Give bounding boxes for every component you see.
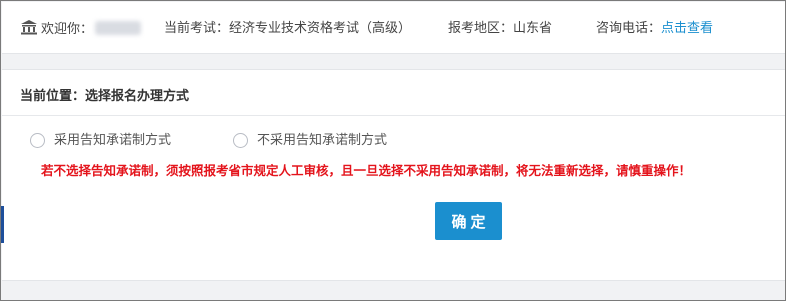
option-no-commitment-label: 不采用告知承诺制方式 [257, 133, 388, 148]
exam-region: 报考地区：山东省 [448, 21, 553, 36]
left-edge-marker [1, 206, 4, 243]
welcome-section: 欢迎你： [21, 20, 142, 41]
breadcrumb-text: 当前位置：选择报名办理方式 [20, 89, 190, 104]
breadcrumb: 当前位置：选择报名办理方式 [2, 70, 785, 116]
phone-label: 咨询电话： [596, 21, 662, 36]
option-use-commitment-label: 采用告知承诺制方式 [54, 133, 172, 148]
radio-no-commitment[interactable] [233, 133, 248, 148]
user-name-redacted [95, 21, 142, 35]
welcome-label: 欢迎你： [41, 22, 94, 37]
option-use-commitment[interactable]: 采用告知承诺制方式 [30, 132, 190, 150]
page-frame: 欢迎你： 当前考试：经济专业技术资格考试（高级） 报考地区：山东省 咨询电话：点… [0, 0, 786, 301]
confirm-button[interactable]: 确定 [435, 202, 502, 240]
bank-icon [21, 20, 37, 41]
current-exam: 当前考试：经济专业技术资格考试（高级） [164, 21, 412, 36]
top-bar: 欢迎你： 当前考试：经济专业技术资格考试（高级） 报考地区：山东省 咨询电话：点… [2, 2, 785, 54]
warning-text: 若不选择告知承诺制，须按照报考省市规定人工审核，且一旦选择不采用告知承诺制，将无… [41, 163, 692, 178]
radio-use-commitment[interactable] [30, 133, 45, 148]
phone-view-link[interactable]: 点击查看 [661, 21, 713, 36]
phone-section: 咨询电话：点击查看 [596, 20, 713, 38]
option-no-commitment[interactable]: 不采用告知承诺制方式 [233, 132, 413, 150]
main-panel: 当前位置：选择报名办理方式 采用告知承诺制方式 不采用告知承诺制方式 若不选择告… [2, 69, 785, 281]
